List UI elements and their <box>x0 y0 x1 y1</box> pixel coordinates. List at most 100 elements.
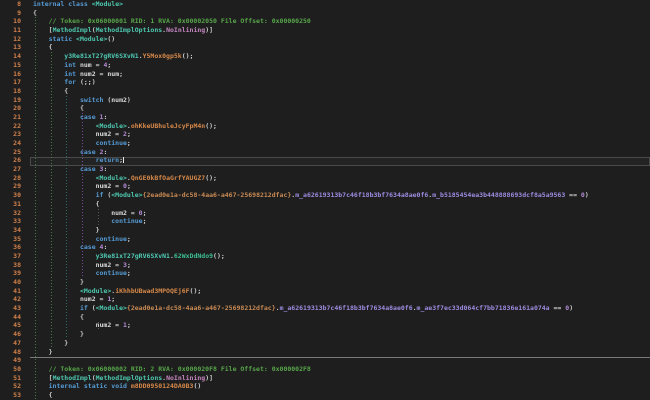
code-line[interactable]: for (;;) <box>33 78 650 87</box>
code-line[interactable]: internal class <Module> <box>33 0 650 9</box>
code-line[interactable]: { <box>33 200 650 209</box>
code-line[interactable]: <Module>.QnGE0kBfOaGrfYAUGZ7(); <box>33 174 650 183</box>
line-number[interactable]: 52 <box>0 382 30 391</box>
code-line[interactable]: static <Module>() <box>33 35 650 44</box>
code-line[interactable]: num2 = 1; <box>33 321 650 330</box>
code-line[interactable]: { <box>33 43 650 52</box>
line-number[interactable]: 15 <box>0 61 30 70</box>
line-number[interactable]: 33 <box>0 217 30 226</box>
code-line[interactable]: continue; <box>33 235 650 244</box>
code-line[interactable]: y3Re81xT27gRV6SXvN1.Y5Mox0gp5k(); <box>33 52 650 61</box>
code-token: = <box>96 70 108 78</box>
code-line[interactable]: num2 = 3; <box>33 261 650 270</box>
line-number[interactable]: 13 <box>0 43 30 52</box>
line-number[interactable]: 18 <box>0 87 30 96</box>
code-line[interactable]: } <box>33 226 650 235</box>
line-number[interactable]: 48 <box>0 348 30 357</box>
code-line[interactable]: internal static void m8DD0950124DA0B3() <box>33 382 650 391</box>
code-line[interactable]: continue; <box>33 217 650 226</box>
line-number[interactable]: 40 <box>0 278 30 287</box>
code-line[interactable]: } <box>33 278 650 287</box>
code-line[interactable]: case 1: <box>33 113 650 122</box>
code-line[interactable]: { <box>33 104 650 113</box>
line-number[interactable]: 45 <box>0 321 30 330</box>
code-line[interactable]: num2 = 0; <box>33 209 650 218</box>
line-number[interactable]: 53 <box>0 391 30 400</box>
code-line[interactable]: { <box>33 9 650 18</box>
line-number[interactable]: 34 <box>0 226 30 235</box>
line-number[interactable]: 14 <box>0 52 30 61</box>
line-number[interactable]: 23 <box>0 130 30 139</box>
code-line[interactable]: if (<Module>{2ead0e1a-dc58-4aa6-a467-256… <box>33 304 650 313</box>
code-line[interactable]: case 3: <box>33 165 650 174</box>
line-number[interactable]: 10 <box>0 17 30 26</box>
line-number[interactable]: 20 <box>0 104 30 113</box>
code-area[interactable]: internal class <Module>{// Token: 0x0600… <box>30 0 650 400</box>
line-number[interactable]: 44 <box>0 313 30 322</box>
line-number[interactable]: 11 <box>0 26 30 35</box>
line-number[interactable]: 17 <box>0 78 30 87</box>
code-line[interactable]: } <box>33 330 650 339</box>
line-number[interactable]: 9 <box>0 9 30 18</box>
code-line[interactable]: switch (num2) <box>33 96 650 105</box>
line-number[interactable]: 51 <box>0 374 30 383</box>
code-line[interactable]: // Token: 0x06000002 RID: 2 RVA: 0x00002… <box>33 365 650 374</box>
line-number[interactable]: 21 <box>0 113 30 122</box>
line-number[interactable]: 42 <box>0 295 30 304</box>
code-line[interactable]: case 4: <box>33 243 650 252</box>
line-number[interactable]: 38 <box>0 261 30 270</box>
code-line[interactable]: num2 = 2; <box>33 130 650 139</box>
code-line[interactable]: { <box>33 391 650 400</box>
code-line[interactable]: [MethodImpl(MethodImplOptions.NoInlining… <box>33 26 650 35</box>
code-line[interactable]: int num = 4; <box>33 61 650 70</box>
code-line[interactable]: { <box>33 313 650 322</box>
line-number[interactable]: 41 <box>0 287 30 296</box>
line-number[interactable]: 29 <box>0 182 30 191</box>
line-number[interactable]: 31 <box>0 200 30 209</box>
line-number[interactable]: 30 <box>0 191 30 200</box>
line-number-gutter[interactable]: 8910111213141516171819202122232425262728… <box>0 0 30 400</box>
code-line[interactable]: num2 = 1; <box>33 295 650 304</box>
line-number[interactable]: 22 <box>0 122 30 131</box>
line-number[interactable]: 35 <box>0 235 30 244</box>
code-line[interactable]: } <box>33 348 650 357</box>
line-number[interactable]: 25 <box>0 148 30 157</box>
code-line[interactable]: <Module>.ohKkeUBhuleJcyFpM4n(); <box>33 122 650 131</box>
line-number[interactable]: 28 <box>0 174 30 183</box>
line-number[interactable]: 39 <box>0 269 30 278</box>
line-number[interactable]: 16 <box>0 70 30 79</box>
line-number[interactable]: 36 <box>0 243 30 252</box>
code-token: ; <box>111 295 115 303</box>
code-line[interactable]: <Module>.iKhhbUBwad3MPOQEj6F(); <box>33 287 650 296</box>
code-token: ; <box>107 61 111 69</box>
code-line[interactable]: int num2 = num; <box>33 70 650 79</box>
line-number[interactable]: 24 <box>0 139 30 148</box>
code-editor[interactable]: 8910111213141516171819202122232425262728… <box>0 0 650 400</box>
code-line[interactable]: continue; <box>33 139 650 148</box>
line-number[interactable]: 32 <box>0 209 30 218</box>
line-number[interactable]: 46 <box>0 330 30 339</box>
code-line[interactable]: [MethodImpl(MethodImplOptions.NoInlining… <box>33 374 650 383</box>
code-line[interactable]: { <box>33 87 650 96</box>
line-number[interactable]: 49 <box>0 356 30 365</box>
code-token: static <box>84 382 107 390</box>
code-token: MethodImplOptions <box>96 374 163 382</box>
line-number[interactable]: 27 <box>0 165 30 174</box>
line-number[interactable]: 8 <box>0 0 30 9</box>
line-number[interactable]: 43 <box>0 304 30 313</box>
line-number[interactable]: 12 <box>0 35 30 44</box>
code-line[interactable]: continue; <box>33 269 650 278</box>
code-line[interactable]: y3Re81xT27gRV6SXvN1.62WxDdNdo9(); <box>33 252 650 261</box>
code-line[interactable]: case 2: <box>33 148 650 157</box>
code-line[interactable]: num2 = 0; <box>33 182 650 191</box>
code-line[interactable]: return; <box>33 156 650 165</box>
line-number[interactable]: 26 <box>0 156 30 165</box>
code-line[interactable]: } <box>33 339 650 348</box>
code-token: case <box>80 148 96 156</box>
code-line[interactable]: // Token: 0x06000001 RID: 1 RVA: 0x00002… <box>33 17 650 26</box>
line-number[interactable]: 47 <box>0 339 30 348</box>
line-number[interactable]: 37 <box>0 252 30 261</box>
code-line[interactable]: if (<Module>{2ead0e1a-dc58-4aa6-a467-256… <box>33 191 650 200</box>
line-number[interactable]: 19 <box>0 96 30 105</box>
line-number[interactable]: 50 <box>0 365 30 374</box>
